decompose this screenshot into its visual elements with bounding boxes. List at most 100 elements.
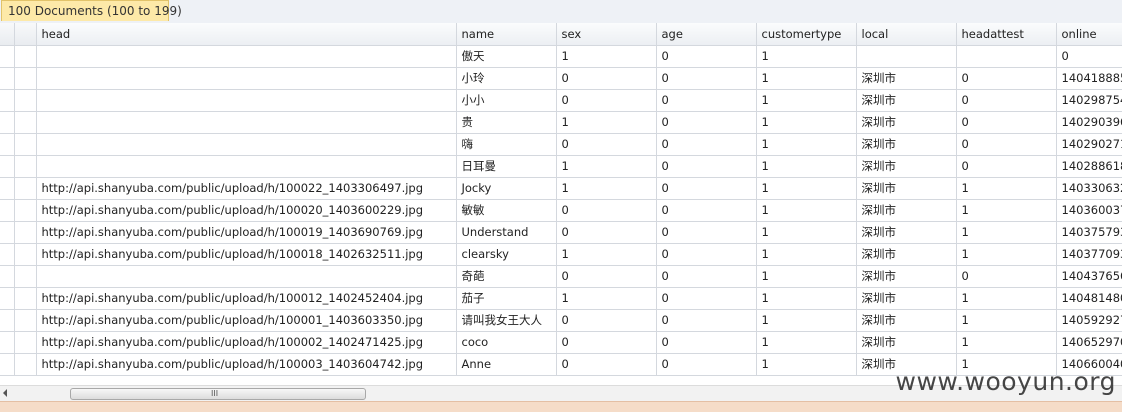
- row-selector[interactable]: [0, 199, 15, 222]
- cell-headattest[interactable]: 0: [956, 111, 1057, 134]
- cell-head[interactable]: [36, 45, 457, 68]
- cell-name[interactable]: 日耳曼: [456, 155, 557, 178]
- cell-headattest[interactable]: [956, 45, 1057, 68]
- cell-local[interactable]: 深圳市: [856, 287, 957, 310]
- cell-name[interactable]: 奇葩: [456, 265, 557, 288]
- cell-head[interactable]: [36, 67, 457, 90]
- table-row[interactable]: 贵101深圳市01402903963: [0, 111, 1122, 134]
- cell-age[interactable]: 0: [656, 155, 757, 178]
- column-header-sex[interactable]: sex: [556, 23, 657, 46]
- table-row[interactable]: http://api.shanyuba.com/public/upload/h/…: [0, 309, 1122, 332]
- column-header-name[interactable]: name: [456, 23, 557, 46]
- cell-online[interactable]: 1402902711: [1056, 133, 1122, 156]
- cell-age[interactable]: 0: [656, 221, 757, 244]
- row-selector[interactable]: [0, 287, 15, 310]
- row-selector[interactable]: [0, 331, 15, 354]
- cell-name[interactable]: Jocky: [456, 177, 557, 200]
- cell-head[interactable]: http://api.shanyuba.com/public/upload/h/…: [36, 309, 457, 332]
- cell-age[interactable]: 0: [656, 45, 757, 68]
- cell-sex[interactable]: 1: [556, 155, 657, 178]
- cell-sex[interactable]: 0: [556, 133, 657, 156]
- cell-online[interactable]: 1403600378: [1056, 199, 1122, 222]
- cell-customertype[interactable]: 1: [756, 89, 857, 112]
- cell-headattest[interactable]: 1: [956, 243, 1057, 266]
- cell-customertype[interactable]: 1: [756, 45, 857, 68]
- cell-sex[interactable]: 0: [556, 265, 657, 288]
- cell-head[interactable]: [36, 89, 457, 112]
- cell-age[interactable]: 0: [656, 265, 757, 288]
- cell-online[interactable]: 1403757938: [1056, 221, 1122, 244]
- cell-local[interactable]: 深圳市: [856, 199, 957, 222]
- cell-online[interactable]: 1402987546: [1056, 89, 1122, 112]
- cell-local[interactable]: 深圳市: [856, 67, 957, 90]
- documents-tab[interactable]: 100 Documents (100 to 199): [1, 0, 182, 21]
- cell-customertype[interactable]: 1: [756, 199, 857, 222]
- cell-headattest[interactable]: 0: [956, 155, 1057, 178]
- cell-name[interactable]: clearsky: [456, 243, 557, 266]
- row-selector[interactable]: [0, 221, 15, 244]
- row-selector[interactable]: [0, 155, 15, 178]
- cell-online[interactable]: 1402886186: [1056, 155, 1122, 178]
- cell-age[interactable]: 0: [656, 111, 757, 134]
- cell-customertype[interactable]: 1: [756, 177, 857, 200]
- cell-headattest[interactable]: 1: [956, 199, 1057, 222]
- table-row[interactable]: 小小001深圳市01402987546: [0, 89, 1122, 112]
- cell-headattest[interactable]: 1: [956, 221, 1057, 244]
- cell-age[interactable]: 0: [656, 89, 757, 112]
- cell-local[interactable]: 深圳市: [856, 133, 957, 156]
- cell-online[interactable]: 1404814805: [1056, 287, 1122, 310]
- cell-customertype[interactable]: 1: [756, 265, 857, 288]
- cell-head[interactable]: [36, 155, 457, 178]
- cell-age[interactable]: 0: [656, 133, 757, 156]
- cell-head[interactable]: http://api.shanyuba.com/public/upload/h/…: [36, 353, 457, 376]
- table-row[interactable]: 嗨001深圳市01402902711: [0, 133, 1122, 156]
- cell-sex[interactable]: 0: [556, 89, 657, 112]
- cell-headattest[interactable]: 1: [956, 331, 1057, 354]
- cell-name[interactable]: 小玲: [456, 67, 557, 90]
- cell-sex[interactable]: 1: [556, 45, 657, 68]
- cell-name[interactable]: 请叫我女王大人: [456, 309, 557, 332]
- table-row[interactable]: 小玲001深圳市01404188853: [0, 67, 1122, 90]
- cell-sex[interactable]: 1: [556, 287, 657, 310]
- cell-age[interactable]: 0: [656, 243, 757, 266]
- table-row[interactable]: http://api.shanyuba.com/public/upload/h/…: [0, 331, 1122, 354]
- cell-headattest[interactable]: 1: [956, 309, 1057, 332]
- cell-age[interactable]: 0: [656, 331, 757, 354]
- row-selector[interactable]: [0, 89, 15, 112]
- cell-headattest[interactable]: 1: [956, 287, 1057, 310]
- column-header-local[interactable]: local: [856, 23, 957, 46]
- cell-head[interactable]: [36, 265, 457, 288]
- table-row[interactable]: http://api.shanyuba.com/public/upload/h/…: [0, 177, 1122, 200]
- cell-name[interactable]: 嗨: [456, 133, 557, 156]
- row-selector[interactable]: [0, 353, 15, 376]
- cell-customertype[interactable]: 1: [756, 67, 857, 90]
- cell-online[interactable]: 1404376563: [1056, 265, 1122, 288]
- cell-customertype[interactable]: 1: [756, 111, 857, 134]
- cell-head[interactable]: [36, 133, 457, 156]
- cell-local[interactable]: 深圳市: [856, 177, 957, 200]
- cell-head[interactable]: http://api.shanyuba.com/public/upload/h/…: [36, 331, 457, 354]
- cell-local[interactable]: 深圳市: [856, 265, 957, 288]
- cell-name[interactable]: Anne: [456, 353, 557, 376]
- row-selector[interactable]: [0, 67, 15, 90]
- cell-name[interactable]: 贵: [456, 111, 557, 134]
- cell-headattest[interactable]: 0: [956, 89, 1057, 112]
- cell-online[interactable]: 1404188853: [1056, 67, 1122, 90]
- cell-online[interactable]: 1402903963: [1056, 111, 1122, 134]
- cell-sex[interactable]: 0: [556, 309, 657, 332]
- cell-head[interactable]: http://api.shanyuba.com/public/upload/h/…: [36, 287, 457, 310]
- cell-head[interactable]: http://api.shanyuba.com/public/upload/h/…: [36, 243, 457, 266]
- cell-head[interactable]: http://api.shanyuba.com/public/upload/h/…: [36, 199, 457, 222]
- cell-sex[interactable]: 0: [556, 331, 657, 354]
- cell-customertype[interactable]: 1: [756, 331, 857, 354]
- cell-local[interactable]: [856, 45, 957, 68]
- cell-customertype[interactable]: 1: [756, 309, 857, 332]
- cell-customertype[interactable]: 1: [756, 133, 857, 156]
- cell-sex[interactable]: 1: [556, 111, 657, 134]
- cell-local[interactable]: 深圳市: [856, 111, 957, 134]
- column-header-age[interactable]: age: [656, 23, 757, 46]
- cell-age[interactable]: 0: [656, 199, 757, 222]
- cell-age[interactable]: 0: [656, 67, 757, 90]
- cell-headattest[interactable]: 1: [956, 177, 1057, 200]
- cell-head[interactable]: http://api.shanyuba.com/public/upload/h/…: [36, 177, 457, 200]
